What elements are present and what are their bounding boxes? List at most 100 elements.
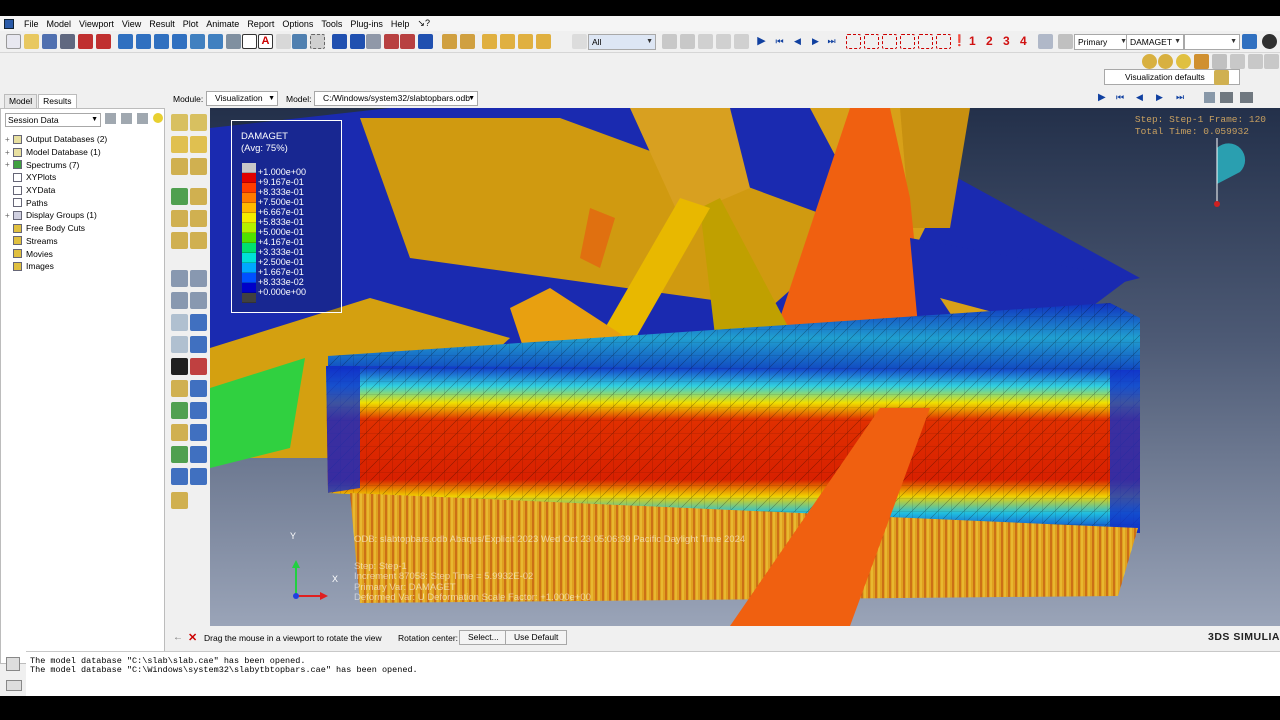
save-icon[interactable] bbox=[42, 34, 57, 49]
query-manager-icon[interactable] bbox=[190, 468, 207, 485]
select-arrow-icon[interactable] bbox=[276, 34, 291, 49]
use-default-button[interactable]: Use Default bbox=[505, 630, 568, 645]
magnify-icon[interactable] bbox=[366, 34, 381, 49]
xy-options-icon[interactable] bbox=[190, 314, 207, 331]
overlay-icon[interactable] bbox=[190, 232, 207, 249]
output-type-select[interactable]: Primary ▼ bbox=[1074, 34, 1130, 50]
context-help-icon[interactable]: ↘? bbox=[413, 18, 434, 29]
viewport-cascade-icon[interactable] bbox=[136, 34, 151, 49]
xydata-manager-icon[interactable] bbox=[190, 270, 207, 287]
session-data-select[interactable]: Session Data ▼ bbox=[5, 113, 101, 127]
query-icon[interactable] bbox=[208, 34, 223, 49]
menu-plot[interactable]: Plot bbox=[179, 19, 203, 29]
frame-button-3[interactable]: 3 bbox=[1003, 34, 1010, 48]
plot-contours-icon[interactable] bbox=[171, 136, 188, 153]
display-group-manager-icon[interactable] bbox=[190, 402, 207, 419]
auto-fit-icon[interactable] bbox=[400, 34, 415, 49]
plot-symbols-icon[interactable] bbox=[190, 136, 207, 153]
undo-color-icon[interactable] bbox=[1212, 54, 1227, 69]
undo-display-icon[interactable] bbox=[734, 34, 749, 49]
tree-item-free-body-cuts[interactable]: Free Body Cuts bbox=[5, 222, 107, 235]
frame-button-4[interactable]: 4 bbox=[1020, 34, 1027, 48]
animate-options-icon[interactable] bbox=[190, 380, 207, 397]
vp-play-icon[interactable]: ▶ bbox=[1098, 92, 1106, 103]
vp-last-icon[interactable]: ⏭ bbox=[1176, 92, 1184, 103]
info-icon[interactable] bbox=[1262, 34, 1277, 49]
mark-icon[interactable]: ❗ bbox=[952, 34, 967, 49]
view-yz-icon[interactable] bbox=[864, 34, 879, 49]
probe-icon[interactable] bbox=[171, 492, 188, 509]
vp-next-icon[interactable]: ▶ bbox=[1156, 92, 1163, 103]
symbol-options-icon[interactable] bbox=[190, 188, 207, 205]
plot-deformed-icon[interactable] bbox=[190, 114, 207, 131]
view-side-icon[interactable] bbox=[518, 34, 533, 49]
last-frame-icon[interactable]: ⏭ bbox=[824, 34, 839, 49]
view-front-icon[interactable] bbox=[482, 34, 497, 49]
display-group-create-icon[interactable] bbox=[171, 402, 188, 419]
menu-options[interactable]: Options bbox=[278, 19, 317, 29]
reset-color-icon[interactable] bbox=[1248, 54, 1263, 69]
view-zx-icon[interactable] bbox=[882, 34, 897, 49]
expand-icon[interactable]: + bbox=[5, 135, 13, 144]
select-tool-icon[interactable] bbox=[662, 34, 677, 49]
viewport-vertical-icon[interactable] bbox=[172, 34, 187, 49]
tree-highlight-icon[interactable] bbox=[153, 113, 163, 123]
line-annotation-icon[interactable] bbox=[242, 34, 257, 49]
frame-button-1[interactable]: 1 bbox=[969, 34, 976, 48]
open-odb-icon[interactable] bbox=[78, 34, 93, 49]
allow-multiple-icon[interactable] bbox=[190, 158, 207, 175]
cycle-views-icon[interactable] bbox=[418, 34, 433, 49]
menu-report[interactable]: Report bbox=[243, 19, 278, 29]
menu-animate[interactable]: Animate bbox=[202, 19, 243, 29]
module-select[interactable]: Visualization ▼ bbox=[206, 91, 278, 106]
tree-item-images[interactable]: Images bbox=[5, 260, 107, 273]
text-annotation-icon[interactable]: A bbox=[258, 34, 273, 49]
tree-filter-icon[interactable] bbox=[105, 113, 116, 124]
select-button[interactable]: Select... bbox=[459, 630, 508, 645]
select-cursor-icon[interactable] bbox=[572, 34, 587, 49]
message-area-icon[interactable] bbox=[6, 657, 20, 671]
selection-filter-select[interactable]: All ▼ bbox=[588, 34, 656, 50]
tree-item-xyplots[interactable]: XYPlots bbox=[5, 171, 107, 184]
tree-item-streams[interactable]: Streams bbox=[5, 235, 107, 248]
output-variable-select[interactable]: DAMAGET ▼ bbox=[1126, 34, 1184, 50]
view-minus-xy-icon[interactable] bbox=[900, 34, 915, 49]
tree-item-movies[interactable]: Movies bbox=[5, 247, 107, 260]
expand-icon[interactable]: + bbox=[5, 211, 13, 220]
view-iso-icon[interactable] bbox=[536, 34, 551, 49]
menu-result[interactable]: Result bbox=[145, 19, 179, 29]
viewport-link-icon[interactable] bbox=[190, 34, 205, 49]
view-back-icon[interactable] bbox=[500, 34, 515, 49]
vp-options-icon[interactable] bbox=[1204, 92, 1215, 103]
table-plot-icon[interactable] bbox=[171, 336, 188, 353]
new-file-icon[interactable] bbox=[6, 34, 21, 49]
render-wireframe-icon[interactable] bbox=[442, 34, 457, 49]
expand-icon[interactable]: + bbox=[5, 148, 13, 157]
viewport-tile-icon[interactable] bbox=[118, 34, 133, 49]
display-group-icon[interactable] bbox=[680, 34, 695, 49]
tree-item-display-groups[interactable]: + Display Groups (1) bbox=[5, 209, 107, 222]
cancel-x-icon[interactable]: ✕ bbox=[188, 631, 197, 644]
curve-icon[interactable] bbox=[190, 358, 207, 375]
xy-plot-icon[interactable] bbox=[171, 314, 188, 331]
menu-plugins[interactable]: Plug-ins bbox=[346, 19, 387, 29]
vp-first-icon[interactable]: ⏮ bbox=[1116, 92, 1124, 103]
menu-file[interactable]: File bbox=[20, 19, 43, 29]
render-hidden-icon[interactable] bbox=[460, 34, 475, 49]
field-output-icon[interactable] bbox=[1058, 34, 1073, 49]
open-folder-icon[interactable] bbox=[24, 34, 39, 49]
play-icon[interactable]: ▶ bbox=[754, 34, 769, 49]
first-frame-icon[interactable]: ⏮ bbox=[772, 34, 787, 49]
display-options-icon[interactable] bbox=[1214, 70, 1229, 85]
vp-camera-icon[interactable] bbox=[1220, 92, 1233, 103]
table-options-icon[interactable] bbox=[190, 336, 207, 353]
view-cut-icon[interactable] bbox=[171, 424, 188, 441]
color-code-icon[interactable] bbox=[1142, 54, 1157, 69]
pan-icon[interactable] bbox=[332, 34, 347, 49]
viewport[interactable]: DAMAGET (Avg: 75%) +1.000e+00 +9.167e-01… bbox=[210, 108, 1280, 626]
view-minus-yz-icon[interactable] bbox=[918, 34, 933, 49]
tree-collapse-icon[interactable] bbox=[137, 113, 148, 124]
path-manager-icon[interactable] bbox=[190, 292, 207, 309]
color-code3-icon[interactable] bbox=[1176, 54, 1191, 69]
output-component-select[interactable]: ▼ bbox=[1184, 34, 1240, 50]
